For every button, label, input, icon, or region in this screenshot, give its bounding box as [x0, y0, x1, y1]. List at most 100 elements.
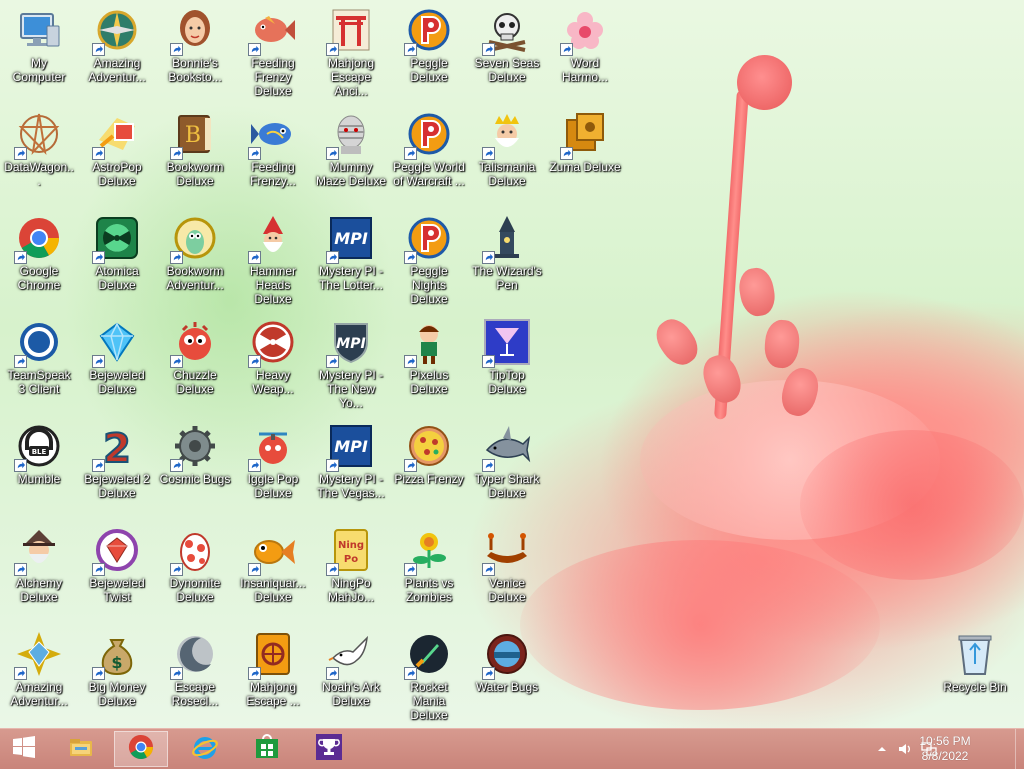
desktop-icon[interactable]: Recycle Bin — [937, 624, 1013, 694]
desktop-icon[interactable]: Rocket Mania Deluxe — [391, 624, 467, 722]
number-two-icon: 2 — [92, 422, 141, 472]
taskbar-store[interactable] — [240, 731, 294, 767]
desktop[interactable]: My Computer Amazing Adventur... Bonnie's B… — [0, 0, 1024, 728]
desktop-icon[interactable]: Word Harmo... — [547, 0, 623, 84]
desktop-icon[interactable]: Heavy Weap... — [235, 312, 311, 396]
shortcut-arrow-icon — [92, 147, 105, 160]
desktop-icon[interactable]: Peggle Deluxe — [391, 0, 467, 84]
desktop-icon[interactable]: Peggle Nights Deluxe — [391, 208, 467, 306]
wallpaper-petal — [520, 540, 880, 710]
desktop-icon[interactable]: MPI Mystery PI - The New Yo... — [313, 312, 389, 410]
shortcut-arrow-icon — [248, 251, 261, 264]
desktop-icon-label: Feeding Frenzy... — [250, 160, 296, 188]
desktop-icon[interactable]: Ning Po NingPo MahJo... — [313, 520, 389, 604]
desktop-icon[interactable]: Plants vs Zombies — [391, 520, 467, 604]
desktop-icon[interactable]: Amazing Adventur... — [1, 624, 77, 708]
desktop-icon[interactable]: Bejeweled Deluxe — [79, 312, 155, 396]
desktop-icon[interactable]: Pixelus Deluxe — [391, 312, 467, 396]
shortcut-arrow-icon — [14, 459, 27, 472]
desktop-icon[interactable]: Mummy Maze Deluxe — [313, 104, 389, 188]
desktop-icon[interactable]: DataWagon... — [1, 104, 77, 188]
desktop-icon[interactable]: Atomica Deluxe — [79, 208, 155, 292]
desktop-icon[interactable]: Cosmic Bugs — [157, 416, 233, 486]
taskbar-file-explorer[interactable] — [54, 731, 108, 767]
desktop-icon[interactable]: BLE Mumble — [1, 416, 77, 486]
shortcut-arrow-icon — [482, 251, 495, 264]
desktop-icon-label: Bookworm Deluxe — [166, 160, 224, 188]
mummy-icon — [326, 110, 375, 160]
desktop-icon[interactable]: Google Chrome — [1, 208, 77, 292]
desktop-icon[interactable]: Insaniquar... Deluxe — [235, 520, 311, 604]
desktop-icon[interactable]: Water Bugs — [469, 624, 545, 694]
desktop-icon[interactable]: My Computer — [1, 0, 77, 84]
desktop-icon-label: Pixelus Deluxe — [409, 368, 449, 396]
desktop-icon[interactable]: B Bookworm Deluxe — [157, 104, 233, 188]
shortcut-arrow-icon — [170, 667, 183, 680]
desktop-icon[interactable]: The Wizard's Pen — [469, 208, 545, 292]
star-pattern-icon — [14, 110, 63, 160]
desktop-icon[interactable]: AstroPop Deluxe — [79, 104, 155, 188]
shortcut-arrow-icon — [92, 251, 105, 264]
desktop-icon-label: TeamSpeak 3 Client — [7, 368, 71, 396]
taskbar-internet-explorer[interactable] — [178, 731, 232, 767]
desktop-icon-label: Amazing Adventur... — [10, 680, 68, 708]
wallpaper-anther — [649, 312, 705, 372]
plant-icon — [404, 526, 453, 576]
desktop-icon[interactable]: Feeding Frenzy Deluxe — [235, 0, 311, 98]
desktop-icon-label: Bejeweled 2 Deluxe — [84, 472, 150, 500]
shortcut-arrow-icon — [248, 43, 261, 56]
desktop-icon[interactable]: Mahjong Escape Anci... — [313, 0, 389, 98]
desktop-icon[interactable]: Bejeweled Twist — [79, 520, 155, 604]
desktop-icon-label: Mumble — [17, 472, 61, 486]
shortcut-arrow-icon — [404, 43, 417, 56]
desktop-icon[interactable]: $ Big Money Deluxe — [79, 624, 155, 708]
shortcut-arrow-icon — [326, 147, 339, 160]
shortcut-arrow-icon — [482, 355, 495, 368]
desktop-icon[interactable]: MPI Mystery PI - The Lotter... — [313, 208, 389, 292]
chevron-up-icon[interactable] — [874, 741, 890, 757]
desktop-icon[interactable]: Venice Deluxe — [469, 520, 545, 604]
desktop-icon[interactable]: Dynomite Deluxe — [157, 520, 233, 604]
wallpaper-petal — [800, 430, 1024, 580]
desktop-icon[interactable]: TeamSpeak 3 Client — [1, 312, 77, 396]
desktop-icon-label: NingPo MahJo... — [327, 576, 375, 604]
desktop-icon[interactable]: Talismania Deluxe — [469, 104, 545, 188]
shortcut-arrow-icon — [170, 251, 183, 264]
desktop-icon[interactable]: Noah's Ark Deluxe — [313, 624, 389, 708]
start-button[interactable] — [0, 731, 48, 767]
desktop-icon[interactable]: TipTop Deluxe — [469, 312, 545, 396]
shortcut-arrow-icon — [482, 43, 495, 56]
desktop-icon[interactable]: Typer Shark Deluxe — [469, 416, 545, 500]
iggle-icon — [248, 422, 297, 472]
desktop-icon[interactable]: Chuzzle Deluxe — [157, 312, 233, 396]
desktop-icon[interactable]: Mahjong Escape ... — [235, 624, 311, 708]
mumble-icon: BLE — [14, 422, 63, 472]
desktop-icon-label: Peggle World of Warcraft ... — [393, 160, 465, 188]
shortcut-arrow-icon — [248, 563, 261, 576]
desktop-icon[interactable]: Feeding Frenzy... — [235, 104, 311, 188]
shortcut-arrow-icon — [482, 459, 495, 472]
desktop-icon[interactable]: Escape Rosecl... — [157, 624, 233, 708]
show-desktop-button[interactable] — [1015, 729, 1024, 769]
desktop-icon[interactable]: 2 Bejeweled 2 Deluxe — [79, 416, 155, 500]
desktop-icon[interactable]: Alchemy Deluxe — [1, 520, 77, 604]
desktop-icon[interactable]: Iggle Pop Deluxe — [235, 416, 311, 500]
diamond-icon — [92, 318, 141, 368]
system-clock[interactable]: 10:56 PM 8/8/2022 — [910, 734, 980, 764]
desktop-icon[interactable]: Bookworm Adventur... — [157, 208, 233, 292]
desktop-icon-label: Water Bugs — [475, 680, 539, 694]
zuma-icon — [560, 110, 609, 160]
desktop-icon[interactable]: MPI Mystery PI - The Vegas... — [313, 416, 389, 500]
taskbar-trophy[interactable] — [302, 731, 356, 767]
taskbar-google-chrome[interactable] — [114, 731, 168, 767]
desktop-icon[interactable]: Zuma Deluxe — [547, 104, 623, 174]
desktop-icon-label: Heavy Weap... — [252, 368, 294, 396]
desktop-icon[interactable]: Seven Seas Deluxe — [469, 0, 545, 84]
desktop-icon[interactable]: Pizza Frenzy — [391, 416, 467, 486]
desktop-icon[interactable]: Hammer Heads Deluxe — [235, 208, 311, 306]
desktop-icon-label: Peggle Deluxe — [410, 56, 448, 84]
desktop-icon[interactable]: Peggle World of Warcraft ... — [391, 104, 467, 188]
desktop-icon-label: Venice Deluxe — [488, 576, 526, 604]
desktop-icon[interactable]: Bonnie's Booksto... — [157, 0, 233, 84]
desktop-icon[interactable]: Amazing Adventur... — [79, 0, 155, 84]
